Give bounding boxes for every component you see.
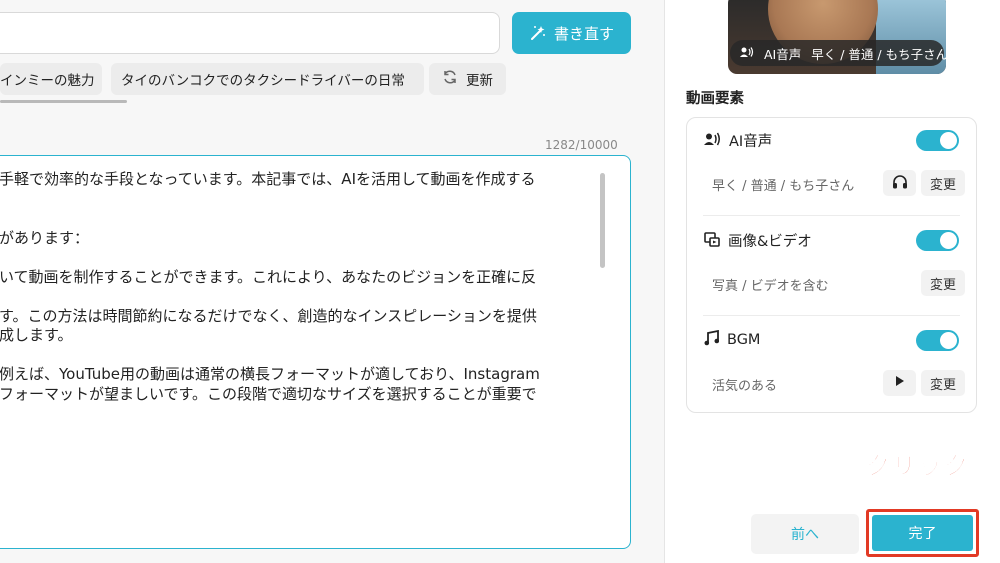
play-icon (895, 375, 905, 391)
suggestion-chip[interactable]: インミーの魅力 (0, 63, 102, 95)
script-line: フォーマットが望ましいです。この段階で適切なサイズを選択することが重要で (0, 384, 537, 403)
image-video-setting: 写真 / ビデオを含む (712, 279, 829, 294)
change-voice-button[interactable]: 変更 (921, 170, 965, 196)
suggestions-scrollbar[interactable] (0, 100, 127, 103)
suggestion-label: タイのバンコクでのタクシードライバーの日常 (121, 73, 405, 89)
video-elements-card: AI音声 早く / 普通 / もち子さん 変更 画像&ビデオ 写真 / ビデオを… (686, 117, 977, 413)
script-line (0, 346, 601, 366)
script-line (0, 209, 601, 229)
script-line: があります： (0, 228, 90, 247)
ai-voice-toggle[interactable] (916, 130, 959, 151)
element-title: BGM (727, 332, 761, 348)
ai-voice-setting: 早く / 普通 / もち子さん (712, 179, 855, 194)
script-line: 手軽で効率的な手段となっています。本記事では、AIを活用して動画を作成する (0, 170, 536, 188)
rewrite-button-label: 書き直す (553, 24, 614, 43)
voice-icon (704, 132, 721, 150)
script-line: 例えば、YouTube用の動画は通常の横長フォーマットが適しており、Instag… (0, 365, 540, 383)
prompt-input[interactable] (0, 12, 500, 54)
element-title-image-video: 画像&ビデオ (704, 230, 812, 251)
suggestion-label: インミーの魅力 (0, 73, 95, 89)
element-title: 画像&ビデオ (728, 234, 812, 250)
voice-icon (740, 46, 754, 61)
image-video-icon (704, 231, 720, 251)
editor-scrollbar[interactable] (600, 173, 605, 268)
character-count: 1282/10000 (545, 138, 618, 152)
script-text: 手軽で効率的な手段となっています。本記事では、AIを活用して動画を作成する があ… (0, 170, 601, 404)
script-line (0, 248, 601, 268)
bgm-setting: 活気のある (712, 379, 778, 394)
script-line (0, 190, 601, 210)
play-bgm-button[interactable] (883, 370, 916, 396)
script-textarea[interactable]: 手軽で効率的な手段となっています。本記事では、AIを活用して動画を作成する があ… (0, 155, 631, 549)
refresh-icon (442, 69, 458, 89)
preview-caption-label: AI音声 (764, 46, 802, 62)
script-line: す。この方法は時間節約になるだけでなく、創造的なインスピレーションを提供 (0, 306, 537, 325)
refresh-label: 更新 (466, 73, 493, 89)
preview-voice-button[interactable] (883, 170, 916, 196)
bgm-toggle[interactable] (916, 330, 959, 351)
image-video-toggle[interactable] (916, 230, 959, 251)
element-title-ai-voice: AI音声 (704, 130, 772, 151)
script-editor-area: 書き直す インミーの魅力 タイのバンコクでのタクシードライバーの日常 更新 12… (0, 0, 665, 563)
divider (703, 215, 960, 216)
rewrite-button[interactable]: 書き直す (512, 12, 631, 54)
change-image-video-button[interactable]: 変更 (921, 270, 965, 296)
script-line: いて動画を制作することができます。これにより、あなたのビジョンを正確に反 (0, 267, 537, 286)
previous-button[interactable]: 前へ (751, 514, 859, 554)
section-title: 動画要素 (686, 91, 744, 107)
element-title: AI音声 (729, 134, 773, 150)
divider (703, 315, 960, 316)
refresh-suggestions-button[interactable]: 更新 (429, 63, 506, 95)
headphones-icon (892, 174, 908, 193)
change-bgm-button[interactable]: 変更 (921, 370, 965, 396)
suggestion-chip[interactable]: タイのバンコクでのタクシードライバーの日常 (111, 63, 424, 95)
preview-caption-value: 早く / 普通 / もち子さん (811, 46, 946, 62)
preview-voice-caption: AI音声 早く / 普通 / もち子さん (730, 40, 946, 66)
click-annotation: クリック (866, 452, 970, 481)
music-note-icon (704, 329, 720, 350)
script-line (0, 287, 601, 307)
video-preview-thumbnail: AI音声 早く / 普通 / もち子さん (728, 0, 946, 74)
done-button[interactable]: 完了 (872, 515, 973, 551)
done-button-highlight: 完了 (866, 509, 979, 557)
script-line: 成します。 (0, 326, 73, 344)
magic-wand-icon (529, 24, 547, 42)
element-title-bgm: BGM (704, 329, 761, 350)
